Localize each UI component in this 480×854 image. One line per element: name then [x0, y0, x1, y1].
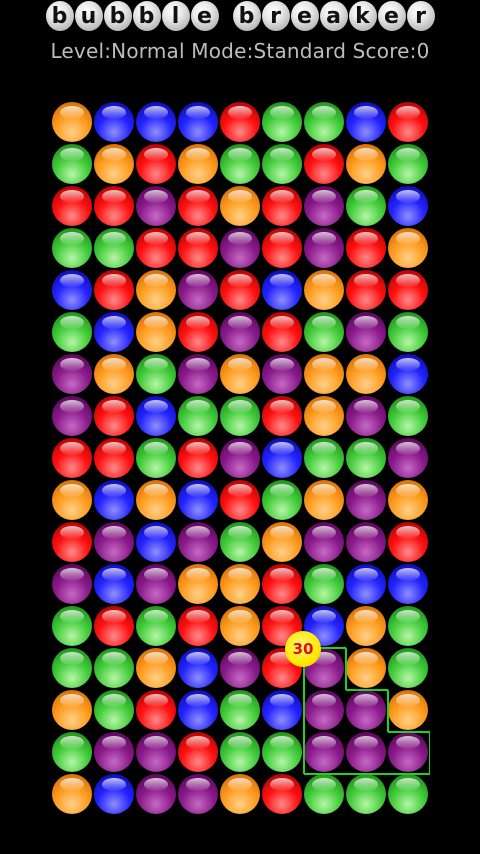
bubble-board[interactable] — [52, 102, 430, 816]
title-letter: k — [348, 1, 377, 31]
title-letter: b — [103, 1, 132, 31]
status-line: Level:Normal Mode:Standard Score:0 — [50, 39, 430, 63]
title-letter: e — [290, 1, 319, 31]
title-letter: r — [406, 1, 435, 31]
title-letter: b — [132, 1, 161, 31]
title-letter: l — [161, 1, 190, 31]
title-word: bubble — [45, 1, 219, 37]
title-word: breaker — [232, 1, 435, 37]
selection-score-bubble: 30 — [285, 631, 321, 667]
title-letter: e — [377, 1, 406, 31]
title-letter: u — [74, 1, 103, 31]
title-letter: b — [232, 1, 261, 31]
title-letter: b — [45, 1, 74, 31]
title-letter: a — [319, 1, 348, 31]
selection-outline — [303, 647, 430, 775]
title-letter: r — [261, 1, 290, 31]
title-letter: e — [190, 1, 219, 31]
game-title: bubblebreaker — [0, 1, 480, 37]
